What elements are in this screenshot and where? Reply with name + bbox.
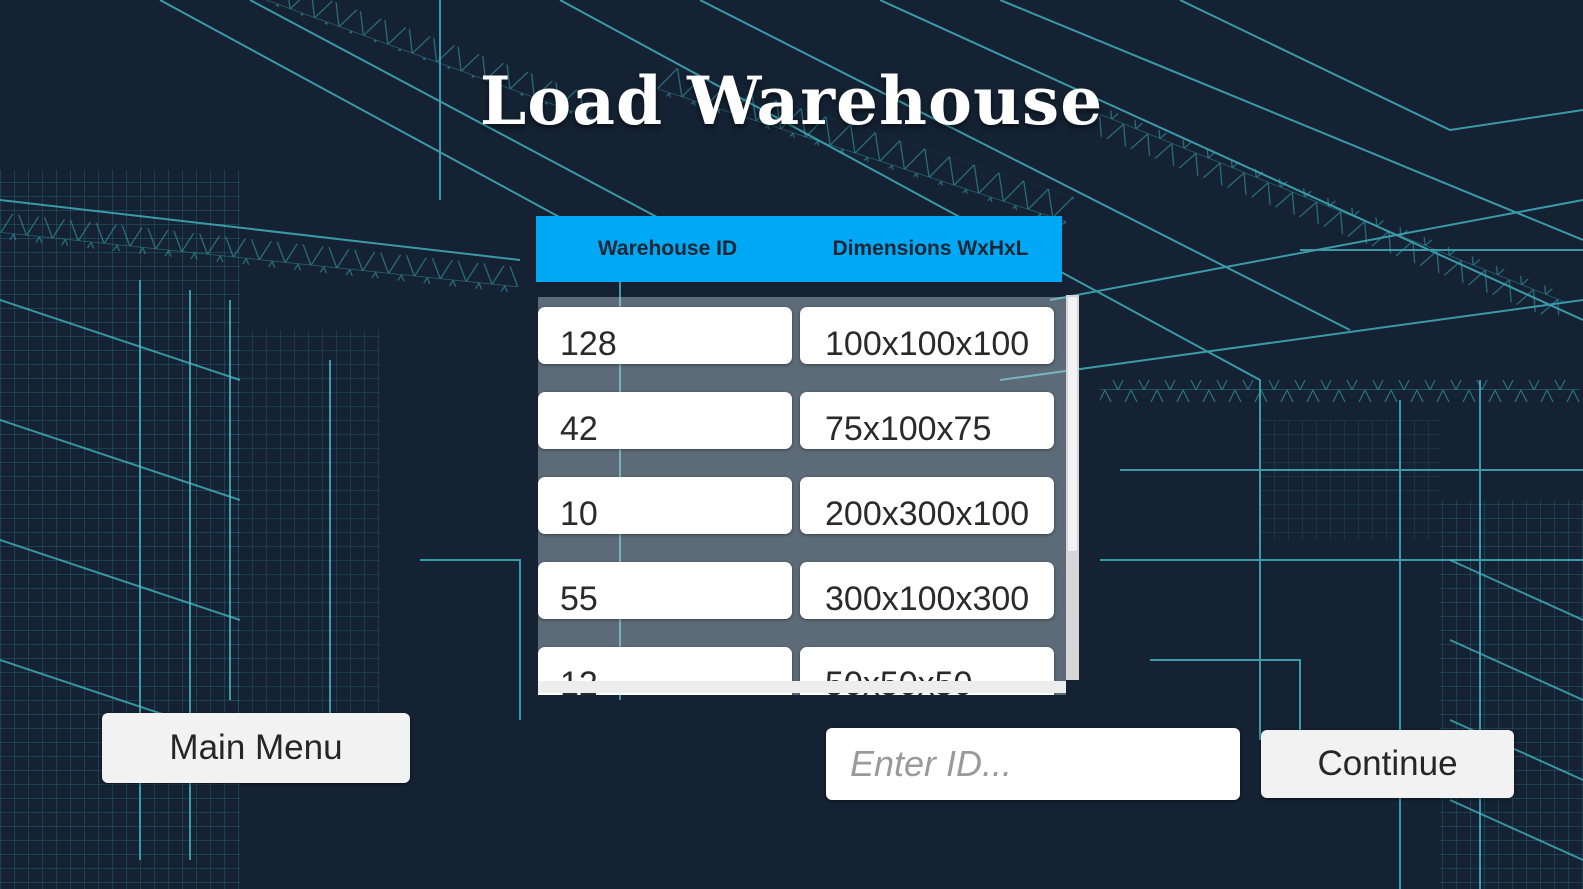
dimensions-cell[interactable]: 200x300x100 [800,477,1054,534]
vertical-scrollbar-thumb[interactable] [1068,297,1077,551]
warehouse-id-cell[interactable]: 55 [538,562,792,619]
dimensions-cell[interactable]: 300x100x300 [800,562,1054,619]
continue-button[interactable]: Continue [1261,730,1514,798]
column-header-dimensions: Dimensions WxHxL [832,237,1029,260]
horizontal-scrollbar[interactable] [538,681,1066,693]
warehouse-id-cell[interactable]: 10 [538,477,792,534]
warehouse-id-input[interactable] [826,728,1240,800]
dimensions-cell[interactable]: 100x100x100 [800,307,1054,364]
main-menu-button[interactable]: Main Menu [102,713,410,783]
table-row[interactable]: 42 75x100x75 [538,392,1064,477]
table-header: Warehouse ID Dimensions WxHxL [536,216,1062,282]
warehouse-list[interactable]: 128 100x100x100 42 75x100x75 10 200x300x… [538,297,1066,695]
warehouse-id-cell[interactable]: 128 [538,307,792,364]
dimensions-cell[interactable]: 75x100x75 [800,392,1054,449]
warehouse-id-cell[interactable]: 42 [538,392,792,449]
page-title: Load Warehouse [479,62,1104,140]
table-row[interactable]: 55 300x100x300 [538,562,1064,647]
table-row[interactable]: 10 200x300x100 [538,477,1064,562]
table-row[interactable]: 128 100x100x100 [538,307,1064,392]
column-header-warehouse-id: Warehouse ID [597,237,738,260]
